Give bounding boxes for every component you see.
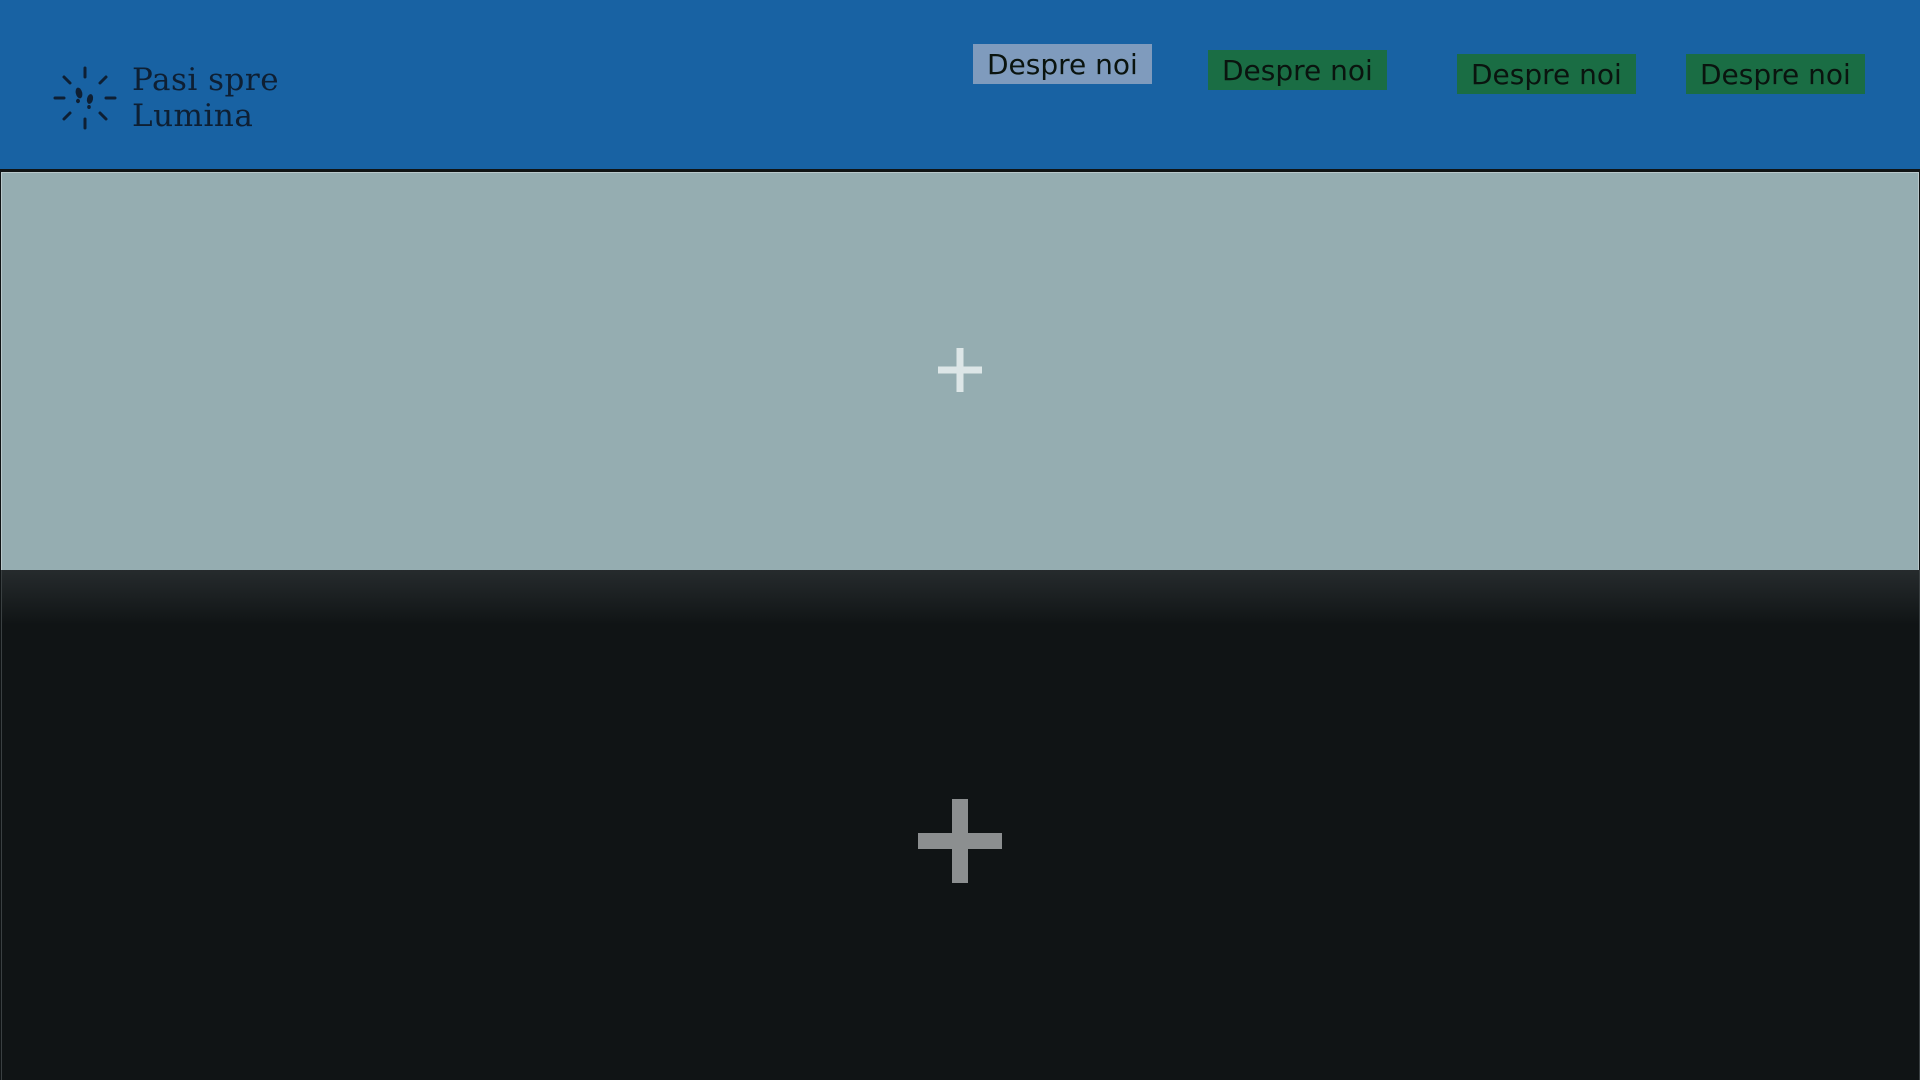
sun-footprints-icon <box>53 66 117 130</box>
nav-despre-noi-1[interactable]: Despre noi <box>973 44 1152 84</box>
plus-icon[interactable] <box>918 799 1002 883</box>
plus-icon[interactable] <box>938 348 982 392</box>
nav-despre-noi-2[interactable]: Despre noi <box>1208 50 1387 90</box>
site-name-line2: Lumina <box>132 98 254 134</box>
nav-despre-noi-4[interactable]: Despre noi <box>1686 54 1865 94</box>
site-name-line1: Pasi spre <box>132 62 280 98</box>
nav-despre-noi-3[interactable]: Despre noi <box>1457 54 1636 94</box>
site-name: Pasi spre Lumina <box>132 62 279 134</box>
site-header: Pasi spre Lumina Despre noi Despre noi D… <box>0 0 1920 169</box>
site-logo[interactable]: Pasi spre Lumina <box>52 62 279 134</box>
